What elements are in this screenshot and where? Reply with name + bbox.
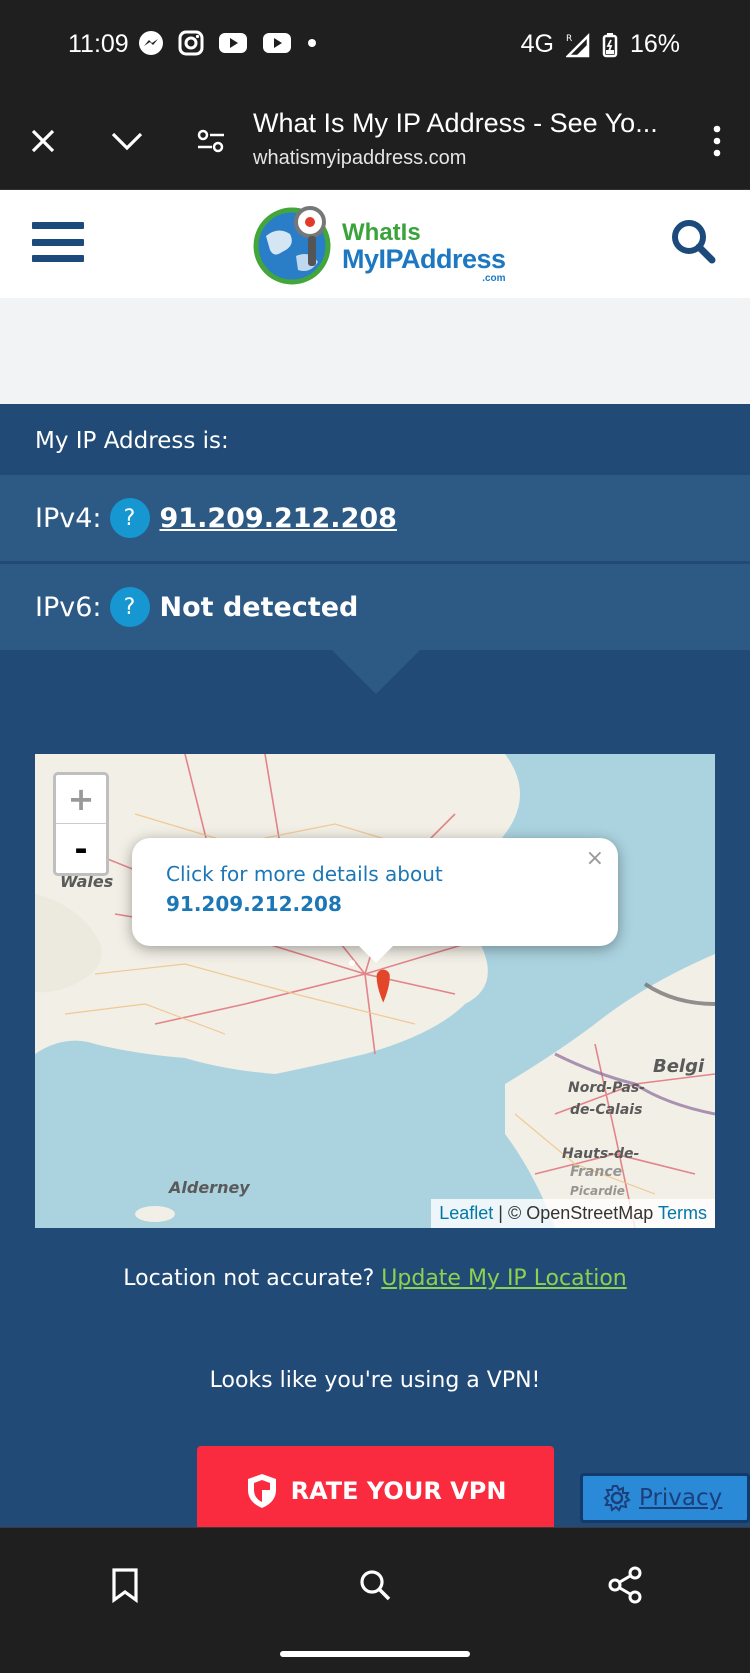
close-tab-button[interactable] [18, 116, 68, 166]
chevron-down-icon [111, 132, 143, 151]
map-zoom-control: + - [53, 772, 109, 876]
signal-icon: R [565, 32, 590, 57]
popup-close-button[interactable]: × [586, 846, 604, 871]
privacy-settings-button[interactable]: Privacy [580, 1473, 750, 1523]
map-label-belgium: Belgi [653, 1056, 705, 1077]
map-label-nord-2: de-Calais [570, 1102, 643, 1118]
site-header: WhatIs MyIPAddress .com [0, 190, 750, 298]
globe-logo-icon [253, 206, 331, 285]
main-content: My IP Address is: IPv4: ? 91.209.212.208… [0, 404, 750, 1527]
status-time: 11:09 [68, 30, 129, 58]
update-location-link[interactable]: Update My IP Location [381, 1266, 626, 1291]
privacy-label: Privacy [639, 1485, 723, 1511]
browser-bottom-nav [0, 1527, 750, 1673]
share-icon [608, 1566, 642, 1604]
page-url: whatismyipaddress.com [253, 147, 467, 169]
battery-percent: 16% [629, 30, 680, 58]
browser-toolbar: What Is My IP Address - See Yo... whatis… [0, 92, 750, 190]
close-icon [31, 129, 55, 153]
leaflet-link[interactable]: Leaflet [439, 1203, 493, 1223]
ipv4-label: IPv4: [35, 502, 102, 534]
popup-tip [358, 945, 394, 963]
find-in-page-button[interactable] [350, 1560, 400, 1610]
notification-icons [138, 30, 318, 56]
location-map[interactable]: Wales Alderney Belgi Nord-Pas- de-Calais… [35, 754, 715, 1228]
gesture-home-bar[interactable] [280, 1651, 470, 1657]
site-logo[interactable]: WhatIs MyIPAddress .com [252, 200, 512, 290]
instagram-icon [178, 30, 204, 56]
minimize-tab-button[interactable] [102, 116, 152, 166]
dot-icon [308, 39, 316, 47]
ip-box-pointer [332, 650, 420, 694]
youtube-icon [263, 33, 291, 53]
shield-icon [247, 1474, 276, 1508]
youtube-icon [219, 33, 247, 53]
vpn-notice: Looks like you're using a VPN! [209, 1368, 541, 1393]
zoom-in-button[interactable]: + [56, 775, 106, 824]
ipv6-help-button[interactable]: ? [109, 587, 150, 627]
share-button[interactable] [600, 1560, 650, 1610]
popup-text: Click for more details about [166, 862, 443, 886]
logo-line-2: MyIPAddress [342, 244, 506, 274]
ipv6-label: IPv6: [35, 591, 102, 623]
logo-line-3: .com [482, 273, 506, 284]
map-label-hauts: Hauts-de- [562, 1146, 640, 1162]
hamburger-line [32, 222, 84, 229]
zoom-out-button[interactable]: - [56, 824, 106, 873]
more-vert-icon [713, 125, 721, 157]
ipv4-help-button[interactable]: ? [109, 498, 150, 538]
status-bar: 11:09 4G R 16% [0, 0, 750, 92]
ipv6-value: Not detected [159, 591, 359, 623]
hamburger-line [32, 238, 84, 246]
map-popup[interactable]: Click for more details about 91.209.212.… [132, 838, 618, 946]
bookmark-button[interactable] [100, 1560, 150, 1610]
ipv4-value-link[interactable]: 91.209.212.208 [160, 503, 397, 534]
battery-icon [602, 32, 618, 57]
bookmark-icon [112, 1568, 138, 1603]
page-title: What Is My IP Address - See Yo... [253, 108, 658, 138]
site-search-button[interactable] [670, 218, 720, 268]
map-label-nord-1: Nord-Pas- [568, 1080, 646, 1096]
search-icon [360, 1570, 391, 1601]
gear-icon [603, 1485, 631, 1512]
ipv4-row: IPv4: ? 91.209.212.208 [0, 475, 750, 561]
location-accuracy-line: Location not accurate? Update My IP Loca… [0, 1266, 750, 1291]
logo-text: WhatIs MyIPAddress .com [342, 219, 506, 285]
tune-icon [197, 129, 224, 153]
rate-vpn-button[interactable]: RATE YOUR VPN [197, 1446, 554, 1527]
map-label-picardie: Picardie [570, 1184, 625, 1198]
browser-title-area[interactable]: What Is My IP Address - See Yo... whatis… [253, 108, 683, 170]
attribution-text: | © OpenStreetMap [493, 1203, 658, 1223]
menu-button[interactable] [32, 222, 84, 262]
rate-vpn-label: RATE YOUR VPN [290, 1477, 507, 1505]
roaming-label: R [566, 34, 572, 44]
messenger-icon [139, 31, 163, 55]
map-label-france: France [570, 1164, 623, 1180]
hamburger-line [32, 255, 84, 262]
ad-space [0, 298, 750, 404]
terms-link[interactable]: Terms [658, 1203, 707, 1223]
network-label: 4G [520, 30, 554, 58]
page-info-button[interactable] [186, 116, 236, 166]
location-question: Location not accurate? [123, 1266, 382, 1291]
status-right: 4G R 16% [521, 30, 680, 59]
map-attribution: Leaflet | © OpenStreetMap Terms [431, 1199, 715, 1228]
popup-ip-link[interactable]: 91.209.212.208 [166, 892, 584, 916]
logo-line-1: WhatIs [342, 219, 421, 246]
browser-menu-button[interactable] [692, 116, 742, 166]
search-icon [672, 220, 716, 264]
map-label-alderney: Alderney [169, 1178, 250, 1197]
ip-heading: My IP Address is: [35, 428, 229, 454]
ipv6-row: IPv6: ? Not detected [0, 564, 750, 650]
